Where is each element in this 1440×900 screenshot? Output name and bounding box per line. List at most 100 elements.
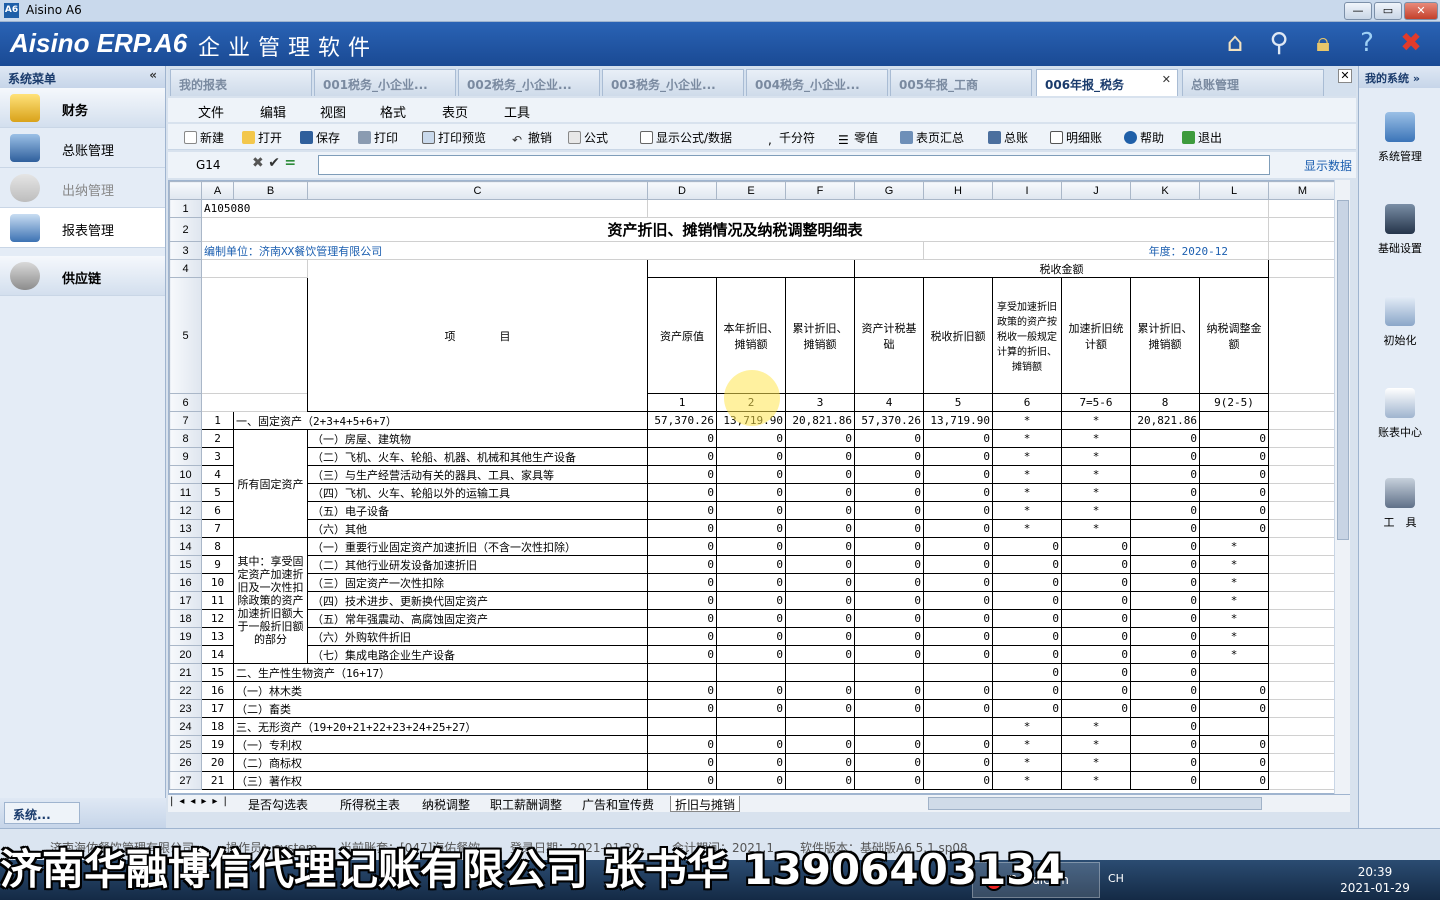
- blank-cell[interactable]: [1268, 735, 1337, 754]
- tax-amount-group[interactable]: 税收金额: [854, 259, 1269, 278]
- blank-cell[interactable]: [1268, 199, 1337, 218]
- column-header[interactable]: B: [233, 181, 308, 200]
- blank-cell[interactable]: [1268, 717, 1337, 736]
- value-cell[interactable]: 0: [716, 447, 786, 466]
- column-header[interactable]: E: [716, 181, 786, 200]
- value-cell[interactable]: *: [1061, 501, 1131, 520]
- report-center-shortcut[interactable]: 账表中心: [1359, 388, 1440, 440]
- home-icon[interactable]: ⌂: [1218, 26, 1252, 60]
- col-number[interactable]: 5: [923, 393, 993, 412]
- new-button[interactable]: 新建: [184, 129, 224, 146]
- expand-icon[interactable]: »: [1413, 72, 1420, 85]
- value-cell[interactable]: 0: [992, 663, 1062, 682]
- value-cell[interactable]: *: [1061, 447, 1131, 466]
- formula-button[interactable]: 公式: [568, 129, 608, 146]
- row-header[interactable]: 3: [169, 241, 202, 260]
- tray-language[interactable]: CH: [1108, 872, 1124, 885]
- minimize-button[interactable]: —: [1344, 2, 1372, 20]
- collapse-icon[interactable]: «: [149, 68, 157, 82]
- line-number-cell[interactable]: 1: [201, 411, 234, 430]
- nav-general-ledger[interactable]: 总账管理: [0, 128, 165, 168]
- sheet-nav-arrows[interactable]: |◂◂▸▸|: [170, 796, 233, 807]
- item-label-cell[interactable]: （二）商标权: [233, 753, 648, 772]
- blank-cell[interactable]: [1268, 411, 1337, 430]
- value-cell[interactable]: 0: [1130, 483, 1200, 502]
- value-cell[interactable]: *: [1061, 735, 1131, 754]
- blank-cell[interactable]: [1268, 627, 1337, 646]
- line-number-cell[interactable]: 2: [201, 429, 234, 448]
- blank-cell[interactable]: [1268, 217, 1337, 242]
- value-cell[interactable]: 0: [1130, 735, 1200, 754]
- nav-supply-chain[interactable]: 供应链: [0, 256, 165, 296]
- value-cell[interactable]: 0: [716, 537, 786, 556]
- horizontal-scrollbar[interactable]: [928, 797, 1262, 810]
- value-cell[interactable]: 0: [785, 537, 855, 556]
- value-cell[interactable]: 0: [923, 591, 993, 610]
- line-number-cell[interactable]: 5: [201, 483, 234, 502]
- close-window-button[interactable]: ✕: [1404, 2, 1438, 20]
- search-icon[interactable]: ⚲: [1262, 26, 1296, 60]
- row-header[interactable]: 23: [169, 699, 202, 718]
- value-cell[interactable]: 0: [647, 645, 717, 664]
- value-cell[interactable]: *: [1199, 591, 1269, 610]
- line-number-cell[interactable]: 9: [201, 555, 234, 574]
- value-cell[interactable]: 0: [854, 681, 924, 700]
- item-label-cell[interactable]: （三）著作权: [233, 771, 648, 790]
- row-header[interactable]: 8: [169, 429, 202, 448]
- value-cell[interactable]: 0: [854, 699, 924, 718]
- value-cell[interactable]: [1199, 717, 1269, 736]
- blank-cell[interactable]: [1268, 663, 1337, 682]
- line-number-cell[interactable]: 21: [201, 771, 234, 790]
- value-cell[interactable]: *: [992, 501, 1062, 520]
- value-cell[interactable]: 0: [854, 537, 924, 556]
- row-header[interactable]: 19: [169, 627, 202, 646]
- value-cell[interactable]: 0: [854, 483, 924, 502]
- value-cell[interactable]: 0: [854, 609, 924, 628]
- value-cell[interactable]: *: [1061, 771, 1131, 790]
- value-cell[interactable]: 0: [923, 555, 993, 574]
- zero-value-button[interactable]: ☰ 零值: [838, 129, 878, 147]
- value-cell[interactable]: 0: [647, 735, 717, 754]
- row-header[interactable]: 4: [169, 259, 202, 278]
- col-number[interactable]: 6: [992, 393, 1062, 412]
- value-cell[interactable]: 0: [647, 501, 717, 520]
- print-button[interactable]: 打印: [358, 129, 398, 146]
- system-admin-shortcut[interactable]: 系统管理: [1359, 112, 1440, 164]
- value-cell[interactable]: 0: [647, 681, 717, 700]
- line-number-cell[interactable]: 6: [201, 501, 234, 520]
- line-number-cell[interactable]: 3: [201, 447, 234, 466]
- value-cell[interactable]: 0: [1061, 627, 1131, 646]
- blank-cell[interactable]: [1268, 429, 1337, 448]
- value-cell[interactable]: 0: [854, 501, 924, 520]
- value-cell[interactable]: 0: [992, 573, 1062, 592]
- sheet-tab[interactable]: 是否勾选表: [244, 796, 312, 812]
- value-cell[interactable]: 0: [647, 609, 717, 628]
- value-cell[interactable]: 0: [647, 699, 717, 718]
- show-formula-button[interactable]: 显示公式/数据: [640, 129, 732, 146]
- value-cell[interactable]: 0: [785, 555, 855, 574]
- sheet-tab[interactable]: 职工薪酬调整: [486, 796, 566, 812]
- value-cell[interactable]: 0: [785, 429, 855, 448]
- value-cell[interactable]: 0: [785, 519, 855, 538]
- blank-cell[interactable]: [201, 393, 308, 412]
- blank-cell[interactable]: [201, 277, 308, 394]
- value-cell[interactable]: 0: [923, 573, 993, 592]
- sheet-summary-button[interactable]: 表页汇总: [900, 129, 964, 146]
- value-cell[interactable]: 0: [1130, 555, 1200, 574]
- value-cell[interactable]: 0: [992, 699, 1062, 718]
- item-label-cell[interactable]: （七）集成电路企业生产设备: [307, 645, 648, 664]
- value-cell[interactable]: 0: [1061, 663, 1131, 682]
- line-number-cell[interactable]: 14: [201, 645, 234, 664]
- value-cell[interactable]: 0: [854, 771, 924, 790]
- tab-report-005[interactable]: 005年报_工商: [890, 69, 1032, 96]
- value-cell[interactable]: 0: [1130, 699, 1200, 718]
- row-header[interactable]: 16: [169, 573, 202, 592]
- value-cell[interactable]: 0: [923, 753, 993, 772]
- value-cell[interactable]: 0: [716, 645, 786, 664]
- value-cell[interactable]: [854, 663, 924, 682]
- row-header[interactable]: 20: [169, 645, 202, 664]
- blank-cell[interactable]: [1268, 483, 1337, 502]
- column-header[interactable]: J: [1061, 181, 1131, 200]
- value-cell[interactable]: *: [1061, 465, 1131, 484]
- value-cell[interactable]: 0: [716, 429, 786, 448]
